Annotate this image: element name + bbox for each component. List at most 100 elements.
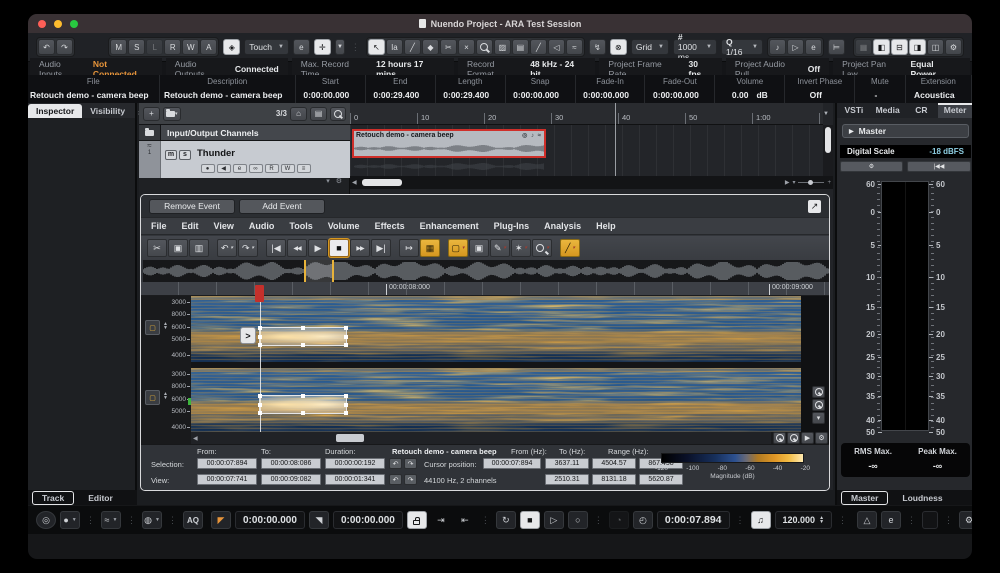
editor-tool-button[interactable]: ↷▾ — [238, 239, 258, 257]
tempo-track-icon[interactable]: ♫ — [751, 511, 771, 529]
meter-bottom-tab[interactable]: Loudness — [892, 491, 952, 505]
stop-button[interactable]: ■ — [520, 511, 540, 529]
selection-duration-field[interactable]: 00:00:00:192 — [325, 458, 385, 469]
tool-button[interactable]: ▨ — [494, 39, 511, 55]
editor-time-ruler[interactable]: 00:00:08:000 00:00:09:000 — [141, 282, 829, 296]
time-format-icon[interactable]: ◴ — [633, 511, 653, 529]
quantize-option-button[interactable]: ♪ — [769, 39, 786, 55]
preroll-icon[interactable]: ◔ — [609, 511, 629, 529]
record-button[interactable]: ○ — [568, 511, 588, 529]
editor-tool-button[interactable]: ◀◀▾ — [287, 239, 307, 257]
editor-menu-item[interactable]: Tools — [289, 221, 312, 231]
info-field-value[interactable]: 0:00:00.000 — [303, 90, 349, 100]
view-duration-field[interactable]: 00:00:01:341 — [325, 474, 385, 485]
scroll-left-icon[interactable]: ◀ — [352, 179, 357, 186]
automation-edit-button[interactable]: e — [293, 39, 310, 55]
left-bottom-tab[interactable]: Editor — [78, 491, 123, 505]
automation-letter-button[interactable]: A — [200, 39, 217, 55]
track-preset-button[interactable]: ▾ — [163, 107, 181, 121]
snap-toggle-icon[interactable]: ⊗ — [610, 39, 627, 55]
vertical-scroll-thumb[interactable] — [825, 127, 831, 153]
editor-tool-button[interactable]: ■▾ — [329, 239, 349, 257]
editor-event-button[interactable]: Add Event — [239, 199, 325, 214]
info-field-value[interactable]: - — [874, 90, 877, 100]
tool-button[interactable] — [476, 39, 493, 55]
right-zone-tab[interactable]: Media — [871, 103, 905, 118]
tool-button[interactable]: ╱ — [530, 39, 547, 55]
info-field-value[interactable]: 0:00:00.000 — [583, 90, 629, 100]
click-settings-button[interactable]: e — [881, 511, 901, 529]
meter-reset-icon[interactable]: |◀◀ — [907, 161, 971, 172]
horizontal-scrollbar[interactable]: ◀ ▶ ▾ + — [350, 176, 833, 189]
editor-menu-item[interactable]: Analysis — [544, 221, 581, 231]
audio-quantize-button[interactable]: AQ — [183, 511, 203, 529]
spectral-selection-ch2[interactable] — [259, 395, 347, 414]
info-field[interactable]: Mute - — [855, 75, 905, 103]
tool-button[interactable]: ◆ — [422, 39, 439, 55]
audio-activity-button[interactable]: ≈▼ — [101, 511, 121, 529]
info-field-value[interactable]: Off — [810, 90, 822, 100]
redo-icon[interactable]: ↷ — [56, 39, 73, 55]
tool-button[interactable]: × — [458, 39, 475, 55]
cursor-marker[interactable] — [255, 285, 264, 302]
vertical-scrollbar[interactable] — [823, 125, 833, 176]
automation-letter-button[interactable]: L — [146, 39, 163, 55]
automation-letter-button[interactable]: W — [182, 39, 199, 55]
editor-tool-button[interactable]: ↦▾ — [399, 239, 419, 257]
info-field-value[interactable]: 0.00 — [732, 90, 749, 100]
punch-out-icon[interactable]: ⇤ — [455, 511, 475, 529]
zoom-slider-track[interactable] — [798, 182, 824, 183]
sync-field[interactable] — [922, 511, 938, 529]
snap-type-icon[interactable]: ↯ — [589, 39, 606, 55]
editor-tool-button[interactable]: ▾ — [532, 239, 552, 257]
info-field[interactable]: Snap 0:00:00.000 — [506, 75, 576, 103]
view-redo-icon[interactable]: ↷ — [404, 474, 417, 485]
info-field[interactable]: File Retouch demo - camera beep — [28, 75, 160, 103]
search-track-icon[interactable] — [330, 107, 346, 121]
right-locator-time[interactable]: 0:00:00.000 — [333, 511, 403, 529]
view-to-field[interactable]: 00:00:09:082 — [261, 474, 321, 485]
info-field-value[interactable]: 0:00:00.000 — [653, 90, 699, 100]
info-field-value[interactable]: 0:00:00.000 — [513, 90, 559, 100]
right-zone-tab[interactable]: VSTi — [837, 103, 871, 118]
info-field-value[interactable]: Acoustica — [914, 90, 955, 100]
automation-panel-icon[interactable]: ◈ — [223, 39, 240, 55]
play-button[interactable]: ▷ — [544, 511, 564, 529]
lock-icon[interactable] — [407, 511, 427, 529]
master-meter-select[interactable]: ▶Master — [842, 124, 969, 138]
right-locator-icon[interactable]: ◥ — [309, 511, 329, 529]
audio-track[interactable]: ≈ 1 msThunder ●◀e∞RW≡ — [139, 141, 350, 178]
editor-tool-button[interactable]: ▢▾ — [448, 239, 468, 257]
quantize-option-button[interactable]: ▷ — [787, 39, 804, 55]
tool-button[interactable]: ◁ — [548, 39, 565, 55]
cursor-position-field[interactable]: 00:00:07:894 — [483, 458, 541, 469]
ruler-options-icon[interactable]: ▼ — [823, 105, 833, 123]
tool-button[interactable]: ╱ — [404, 39, 421, 55]
meter-bar[interactable] — [881, 181, 929, 431]
selection-fromhz-field[interactable]: 3637.11 — [545, 458, 589, 469]
meter-settings-gear-icon[interactable]: ⚙ — [840, 161, 903, 172]
cycle-button[interactable]: ↻ — [496, 511, 516, 529]
scroll-left-icon[interactable]: ◀ — [193, 435, 198, 442]
info-field-value[interactable]: 0:00:29.400 — [443, 90, 489, 100]
view-undo-icon[interactable]: ↶ — [389, 474, 402, 485]
editor-event-button[interactable]: Remove Event — [149, 199, 235, 214]
editor-tool-button[interactable]: ✂▾ — [147, 239, 167, 257]
iterative-quantize-icon[interactable]: ⊨ — [828, 39, 845, 55]
activate-project-icon[interactable]: ◎ — [36, 511, 56, 529]
info-field-value[interactable]: 0:00:29.400 — [373, 90, 419, 100]
editor-menu-item[interactable]: Help — [596, 221, 616, 231]
editor-menu-item[interactable]: Plug-Ins — [494, 221, 530, 231]
tool-button[interactable]: ✂ — [440, 39, 457, 55]
add-track-button[interactable]: + — [143, 107, 160, 121]
zoom-button[interactable]: ⚙ — [815, 432, 828, 444]
info-field[interactable]: Volume 0.00dB — [715, 75, 785, 103]
selection-to-field[interactable]: 00:00:08:086 — [261, 458, 321, 469]
tool-button[interactable]: ≈ — [566, 39, 583, 55]
zoom-menu-icon[interactable]: ▾ — [792, 179, 795, 186]
info-field[interactable]: Fade-In 0:00:00.000 — [576, 75, 646, 103]
editor-scroll-thumb[interactable] — [336, 434, 364, 442]
minimize-window-icon[interactable] — [54, 20, 62, 28]
close-window-icon[interactable] — [38, 20, 46, 28]
track-name[interactable]: Thunder — [197, 148, 235, 159]
